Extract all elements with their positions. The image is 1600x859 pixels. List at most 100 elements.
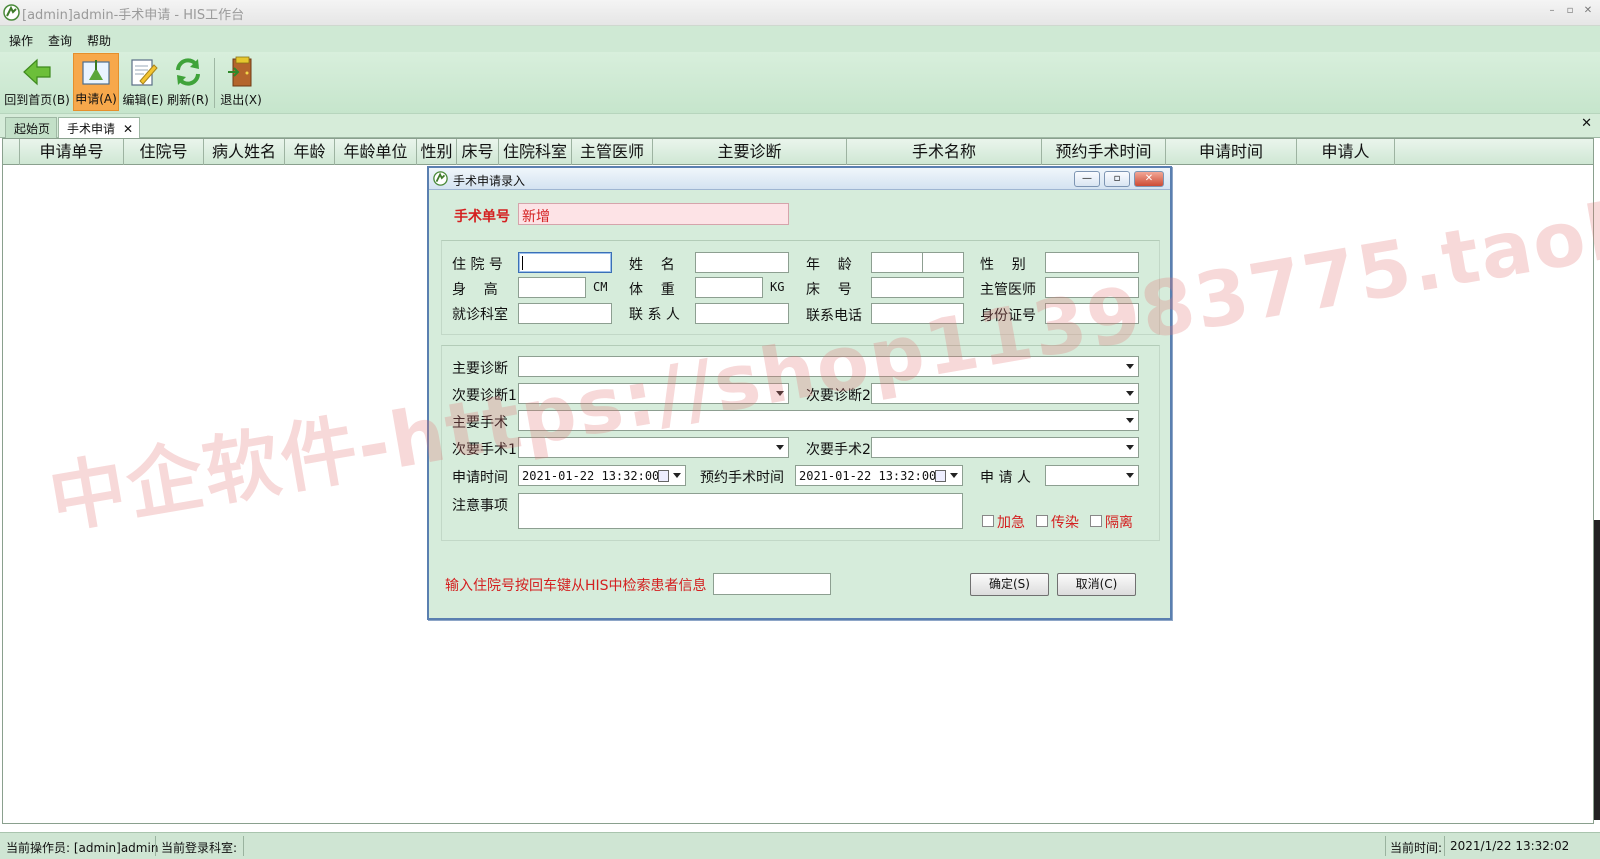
chevron-down-icon [776, 391, 784, 396]
status-bar: 当前操作员: [admin]admin 当前登录科室: 当前时间: 2021/1… [0, 832, 1600, 859]
height-input[interactable] [518, 277, 586, 298]
dept-input[interactable] [518, 303, 612, 324]
chevron-down-icon [776, 445, 784, 450]
id-card-input[interactable] [1045, 303, 1139, 324]
menu-query[interactable]: 查询 [48, 32, 72, 49]
lookup-input[interactable] [713, 573, 831, 595]
home-button[interactable]: 回到首页(B) [3, 53, 71, 111]
status-separator [1444, 836, 1445, 856]
main-surgery-label: 主要手术 [452, 415, 508, 431]
id-card-label: 身份证号 [980, 308, 1036, 324]
sex-input[interactable] [1045, 252, 1139, 273]
isolation-label: 隔离 [1105, 515, 1133, 531]
close-tab-icon[interactable]: ✕ [123, 122, 133, 136]
dialog-close-button[interactable]: ✕ [1134, 171, 1164, 187]
chevron-down-icon [1126, 364, 1134, 369]
calendar-icon [658, 470, 669, 482]
column-header[interactable]: 预约手术时间 [1042, 139, 1166, 165]
phone-input[interactable] [871, 303, 964, 324]
edit-button[interactable]: 编辑(E) [121, 53, 165, 111]
exit-icon [228, 56, 252, 87]
urgent-checkbox[interactable] [982, 515, 994, 527]
secondary-diagnosis1-label: 次要诊断1 [452, 388, 517, 404]
main-diagnosis-label: 主要诊断 [452, 361, 508, 377]
tab-start-page[interactable]: 起始页 [5, 117, 58, 138]
status-time-label: 当前时间: [1390, 841, 1443, 855]
maximize-button[interactable]: ▫ [1563, 4, 1577, 18]
name-input[interactable] [695, 252, 789, 273]
column-header[interactable]: 年龄 [285, 139, 335, 165]
confirm-button[interactable]: 确定(S) [970, 573, 1049, 596]
column-header[interactable]: 主管医师 [572, 139, 653, 165]
apply-button[interactable]: 申请(A) [73, 53, 119, 111]
age-label: 年 龄 [806, 257, 852, 273]
column-header[interactable]: 申请人 [1297, 139, 1395, 165]
secondary-diagnosis1-select[interactable] [518, 383, 789, 404]
dialog-maximize-button[interactable]: ▫ [1104, 171, 1130, 187]
urgent-label: 加急 [997, 515, 1025, 531]
notes-textarea[interactable] [518, 493, 963, 529]
doctor-input[interactable] [1045, 277, 1139, 298]
chevron-down-icon [950, 473, 958, 478]
chevron-down-icon [1126, 445, 1134, 450]
menu-help[interactable]: 帮助 [87, 32, 111, 49]
weight-input[interactable] [695, 277, 763, 298]
contact-input[interactable] [695, 303, 789, 324]
column-header[interactable]: 性别 [417, 139, 457, 165]
chevron-down-icon [673, 473, 681, 478]
weight-label: 体 重 [629, 282, 675, 298]
status-time-value: 2021/1/22 13:32:02 [1450, 839, 1570, 853]
secondary-diagnosis2-select[interactable] [871, 383, 1139, 404]
column-header[interactable]: 申请时间 [1166, 139, 1297, 165]
apply-time-picker[interactable]: 2021-01-22 13:32:00 [518, 465, 686, 486]
chevron-down-icon [1126, 473, 1134, 478]
dept-label: 就诊科室 [452, 307, 508, 323]
infectious-checkbox[interactable] [1036, 515, 1048, 527]
column-header[interactable]: 住院科室 [499, 139, 572, 165]
app-logo-icon [3, 4, 20, 21]
refresh-button[interactable]: 刷新(R) [166, 53, 210, 111]
cancel-button[interactable]: 取消(C) [1057, 573, 1136, 596]
order-number-field[interactable]: 新增 [518, 203, 789, 225]
column-header[interactable]: 主要诊断 [653, 139, 847, 165]
applicant-select[interactable] [1045, 465, 1139, 486]
secondary-surgery1-label: 次要手术1 [452, 442, 517, 458]
main-surgery-select[interactable] [518, 410, 1139, 431]
column-header[interactable]: 住院号 [124, 139, 204, 165]
secondary-surgery1-select[interactable] [518, 437, 789, 458]
name-label: 姓 名 [629, 257, 675, 273]
chevron-down-icon [1126, 418, 1134, 423]
tab-surgery-application[interactable]: 手术申请 ✕ [58, 117, 141, 139]
order-number-label: 手术单号 [454, 209, 510, 225]
column-header[interactable]: 手术名称 [847, 139, 1042, 165]
status-separator [243, 836, 244, 856]
bed-input[interactable] [871, 277, 964, 298]
status-separator [155, 836, 156, 856]
status-separator [1385, 836, 1386, 856]
column-header[interactable]: 年龄单位 [335, 139, 417, 165]
height-label: 身 高 [452, 282, 498, 298]
close-all-tabs-icon[interactable]: ✕ [1581, 116, 1592, 131]
column-header[interactable]: 病人姓名 [204, 139, 285, 165]
infectious-label: 传染 [1051, 515, 1079, 531]
dialog-minimize-button[interactable]: — [1074, 171, 1100, 187]
window-title: [admin]admin-手术申请 - HIS工作台 [22, 8, 245, 23]
phone-label: 联系电话 [806, 308, 862, 324]
age-unit-input[interactable] [922, 252, 964, 273]
minimize-button[interactable]: – [1545, 4, 1559, 18]
toolbar: 回到首页(B) 申请(A) 编辑(E) 刷新(R) 退出(X) [0, 52, 1600, 114]
tab-strip: 起始页 手术申请 ✕ ✕ [0, 114, 1600, 139]
close-window-button[interactable]: ✕ [1581, 4, 1595, 18]
menu-bar: 操作 查询 帮助 [0, 26, 1600, 52]
dialog-title: 手术申请录入 [453, 174, 526, 188]
main-diagnosis-select[interactable] [518, 356, 1139, 377]
exit-button[interactable]: 退出(X) [218, 53, 264, 111]
scheduled-time-picker[interactable]: 2021-01-22 13:32:00 [795, 465, 963, 486]
admission-no-input[interactable] [518, 252, 612, 273]
age-input[interactable] [871, 252, 923, 273]
column-header[interactable]: 床号 [457, 139, 499, 165]
column-header[interactable]: 申请单号 [20, 139, 124, 165]
isolation-checkbox[interactable] [1090, 515, 1102, 527]
menu-operate[interactable]: 操作 [9, 32, 33, 49]
secondary-surgery2-select[interactable] [871, 437, 1139, 458]
